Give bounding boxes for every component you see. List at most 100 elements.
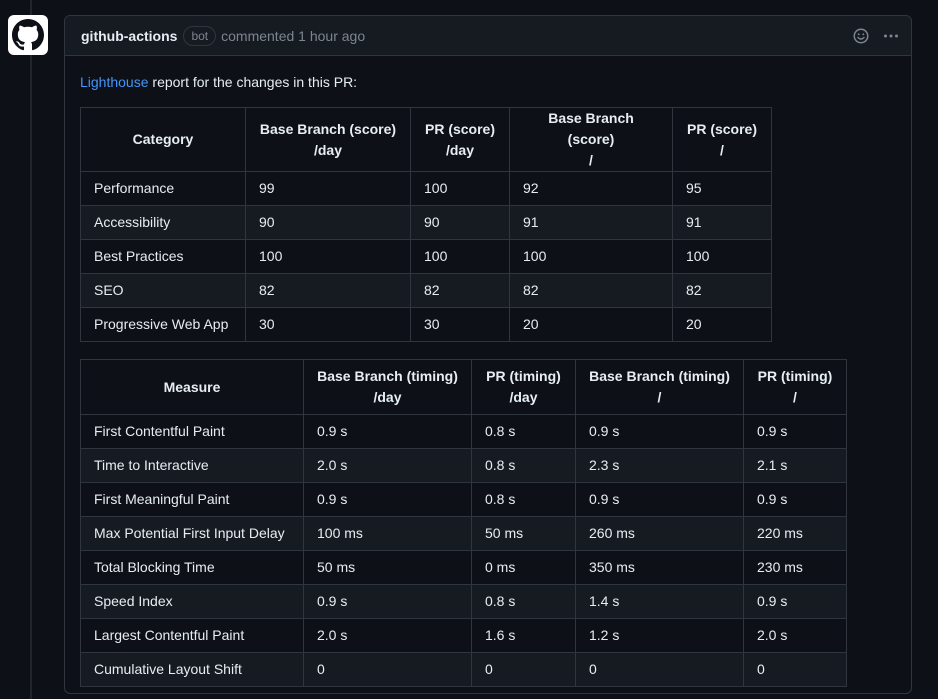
timeline-line xyxy=(30,0,32,699)
table-cell: 82 xyxy=(509,273,673,308)
table-cell: 95 xyxy=(672,171,772,206)
comment-timestamp[interactable]: commented 1 hour ago xyxy=(221,28,365,44)
table-cell: 2.0 s xyxy=(303,618,472,653)
table-cell: 2.3 s xyxy=(575,448,744,483)
author-link[interactable]: github-actions xyxy=(81,28,177,44)
table-cell: First Meaningful Paint xyxy=(80,482,304,517)
table-cell: 2.0 s xyxy=(303,448,472,483)
comment-header: github-actions bot commented 1 hour ago xyxy=(65,16,911,56)
table-cell: Speed Index xyxy=(80,584,304,619)
table-cell: 100 xyxy=(509,239,673,274)
table-row: SEO 82 82 82 82 xyxy=(80,273,772,308)
table-cell: 92 xyxy=(509,171,673,206)
table-cell: 82 xyxy=(245,273,411,308)
smiley-icon xyxy=(853,28,869,43)
table-cell: First Contentful Paint xyxy=(80,414,304,449)
score-header-base-root: Base Branch (score) / xyxy=(509,107,673,172)
comment-options-button[interactable] xyxy=(881,26,901,46)
table-cell: 91 xyxy=(672,205,772,240)
table-cell: 0.9 s xyxy=(303,414,472,449)
table-row: Cumulative Layout Shift 0 0 0 0 xyxy=(80,652,847,687)
lighthouse-link[interactable]: Lighthouse xyxy=(80,74,149,90)
table-cell: 30 xyxy=(410,307,510,342)
table-cell: Cumulative Layout Shift xyxy=(80,652,304,687)
score-header-category: Category xyxy=(80,107,246,172)
table-row: Accessibility 90 90 91 91 xyxy=(80,205,772,240)
table-row: Speed Index 0.9 s 0.8 s 1.4 s 0.9 s xyxy=(80,584,847,619)
timing-table-header-row: Measure Base Branch (timing)/day PR (tim… xyxy=(80,359,847,415)
table-cell: 100 xyxy=(410,171,510,206)
intro-suffix: report for the changes in this PR: xyxy=(148,74,358,90)
table-cell: 0.9 s xyxy=(575,414,744,449)
timing-header-pr-day: PR (timing)/day xyxy=(471,359,576,415)
table-cell: 82 xyxy=(410,273,510,308)
table-cell: 0 xyxy=(743,652,847,687)
score-header-pr-day: PR (score)/day xyxy=(410,107,510,172)
table-row: Largest Contentful Paint 2.0 s 1.6 s 1.2… xyxy=(80,618,847,653)
table-cell: 0.9 s xyxy=(743,482,847,517)
score-header-base-day: Base Branch (score)/day xyxy=(245,107,411,172)
table-cell: 0 xyxy=(575,652,744,687)
header-actions xyxy=(851,26,901,46)
table-cell: 20 xyxy=(509,307,673,342)
table-row: Progressive Web App 30 30 20 20 xyxy=(80,307,772,342)
table-cell: Performance xyxy=(80,171,246,206)
table-cell: SEO xyxy=(80,273,246,308)
table-cell: 100 xyxy=(410,239,510,274)
table-cell: 2.0 s xyxy=(743,618,847,653)
table-cell: 20 xyxy=(672,307,772,342)
table-cell: Total Blocking Time xyxy=(80,550,304,585)
table-cell: 91 xyxy=(509,205,673,240)
add-reaction-button[interactable] xyxy=(851,26,871,46)
table-cell: 1.2 s xyxy=(575,618,744,653)
table-cell: 1.4 s xyxy=(575,584,744,619)
table-cell: 0.9 s xyxy=(575,482,744,517)
comment-box: github-actions bot commented 1 hour ago xyxy=(64,15,912,694)
table-row: Best Practices 100 100 100 100 xyxy=(80,239,772,274)
table-cell: 220 ms xyxy=(743,516,847,551)
table-row: Total Blocking Time 50 ms 0 ms 350 ms 23… xyxy=(80,550,847,585)
table-cell: Largest Contentful Paint xyxy=(80,618,304,653)
timing-header-base-root: Base Branch (timing) / xyxy=(575,359,744,415)
table-cell: Progressive Web App xyxy=(80,307,246,342)
kebab-horizontal-icon xyxy=(884,34,898,37)
table-cell: 0.8 s xyxy=(471,414,576,449)
table-cell: 2.1 s xyxy=(743,448,847,483)
table-cell: 100 xyxy=(245,239,411,274)
table-row: First Contentful Paint 0.9 s 0.8 s 0.9 s… xyxy=(80,414,847,449)
table-cell: 50 ms xyxy=(471,516,576,551)
table-cell: 30 xyxy=(245,307,411,342)
table-cell: 1.6 s xyxy=(471,618,576,653)
table-row: Max Potential First Input Delay 100 ms 5… xyxy=(80,516,847,551)
table-cell: 0.9 s xyxy=(303,482,472,517)
table-cell: 82 xyxy=(672,273,772,308)
timing-header-base-day: Base Branch (timing)/day xyxy=(303,359,472,415)
bot-badge: bot xyxy=(183,25,217,46)
table-row: Time to Interactive 2.0 s 0.8 s 2.3 s 2.… xyxy=(80,448,847,483)
table-cell: Accessibility xyxy=(80,205,246,240)
table-cell: 0.8 s xyxy=(471,584,576,619)
score-table-header-row: Category Base Branch (score)/day PR (sco… xyxy=(80,107,772,172)
table-cell: 0.9 s xyxy=(303,584,472,619)
table-cell: 0.8 s xyxy=(471,448,576,483)
intro-text: Lighthouse report for the changes in thi… xyxy=(80,72,896,93)
table-cell: 0 xyxy=(471,652,576,687)
table-cell: 50 ms xyxy=(303,550,472,585)
table-cell: 0.8 s xyxy=(471,482,576,517)
timing-header-pr-root: PR (timing) / xyxy=(743,359,847,415)
table-cell: 0 xyxy=(303,652,472,687)
table-cell: 0 ms xyxy=(471,550,576,585)
timing-table: Measure Base Branch (timing)/day PR (tim… xyxy=(80,359,847,687)
table-cell: 99 xyxy=(245,171,411,206)
table-cell: Best Practices xyxy=(80,239,246,274)
comment-body: Lighthouse report for the changes in thi… xyxy=(65,56,911,687)
table-cell: Time to Interactive xyxy=(80,448,304,483)
table-cell: 0.9 s xyxy=(743,414,847,449)
score-table: Category Base Branch (score)/day PR (sco… xyxy=(80,107,772,342)
table-cell: 260 ms xyxy=(575,516,744,551)
table-cell: 100 xyxy=(672,239,772,274)
avatar[interactable] xyxy=(8,15,48,55)
table-cell: 100 ms xyxy=(303,516,472,551)
github-octocat-icon xyxy=(12,19,44,51)
table-cell: 90 xyxy=(245,205,411,240)
